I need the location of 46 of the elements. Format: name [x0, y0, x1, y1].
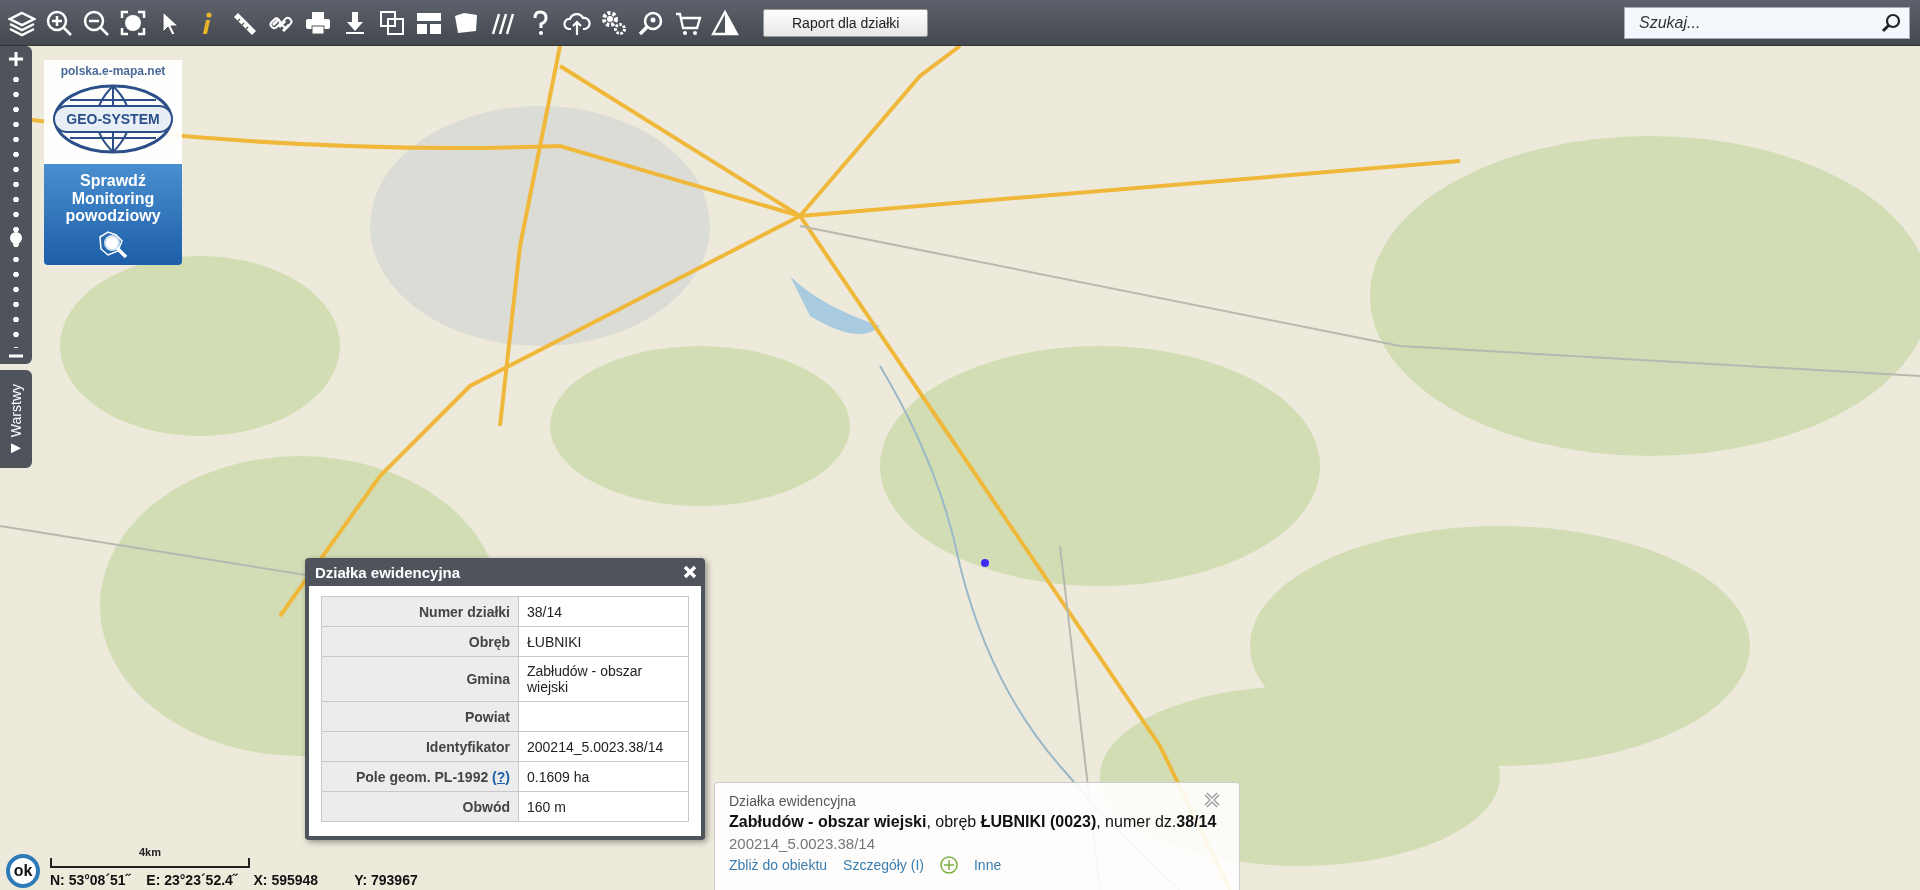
attribute-value: 0.1609 ha — [518, 761, 689, 792]
panel-link[interactable]: Szczegóły (I) — [843, 857, 924, 873]
report-button[interactable]: Raport dla działki — [763, 8, 929, 37]
attribute-label: Powiat — [321, 701, 519, 732]
attribute-value: ŁUBNIKI — [518, 626, 689, 657]
attribute-value: 160 m — [518, 791, 689, 822]
attribute-value: 38/14 — [518, 596, 689, 627]
help-link[interactable]: (?) — [492, 768, 510, 785]
popup-title: Działka ewidencyjna — [315, 563, 461, 581]
attribute-value: Zabłudów - obszar wiejski — [518, 656, 689, 702]
overlap-icon[interactable] — [378, 8, 406, 37]
coordinate-value: Y: 793967 — [354, 872, 418, 888]
zoom-in-icon[interactable] — [9, 52, 23, 66]
triangle-icon — [11, 443, 21, 454]
panel-link[interactable]: Inne — [974, 857, 1002, 873]
attribute-label: Numer działki — [321, 596, 519, 627]
site-name: polska.e-mapa.net — [60, 64, 166, 78]
zoom-thumb[interactable] — [10, 231, 22, 244]
coordinate-value: N: 53°08´51˝ — [50, 872, 131, 888]
zoom-out-icon[interactable] — [82, 8, 110, 37]
flood-monitoring-button[interactable]: Sprawdź Monitoring powodziowy — [44, 164, 182, 265]
company-logo: GEO-SYSTEM — [50, 82, 176, 156]
attribute-value: 200214_5.0023.38/14 — [518, 731, 689, 762]
zoom-in-icon[interactable] — [45, 8, 73, 37]
layers-tab[interactable]: Warstwy — [0, 370, 32, 468]
parcel-summary: Zabłudów - obszar wiejski, obręb ŁUBNIKI (0023), numer dz.38/14 — [729, 813, 1218, 831]
attribute-label: Gmina — [321, 656, 519, 702]
location-marker[interactable] — [981, 559, 989, 567]
settings-icon[interactable] — [600, 8, 628, 37]
search-icon[interactable] — [1881, 12, 1901, 33]
panel-link[interactable]: Zbliż do obiektu — [729, 857, 828, 873]
scale-label: 4km — [138, 846, 162, 858]
warning-icon[interactable] — [711, 8, 739, 37]
panel-title: Działka ewidencyjna — [729, 793, 856, 809]
coordinate-value: E: 23°23´52.4˝ — [146, 872, 238, 888]
search-field[interactable]: Szukaj... — [1624, 6, 1910, 39]
attribute-label: Obręb — [321, 626, 519, 657]
attribute-label: Obwód — [321, 791, 519, 822]
map-magnifier-icon — [96, 228, 130, 259]
search-input[interactable]: Szukaj... — [1637, 12, 1881, 33]
coordinate-value: X: 595948 — [253, 872, 319, 888]
parcel-identifier: 200214_5.0023.38/14 — [729, 835, 876, 852]
full-extent-icon[interactable] — [119, 8, 147, 37]
plus-icon[interactable] — [940, 856, 958, 874]
attribute-label: Identyfikator — [321, 731, 519, 762]
attribute-label: Pole geom. PL-1992 — [355, 768, 489, 785]
